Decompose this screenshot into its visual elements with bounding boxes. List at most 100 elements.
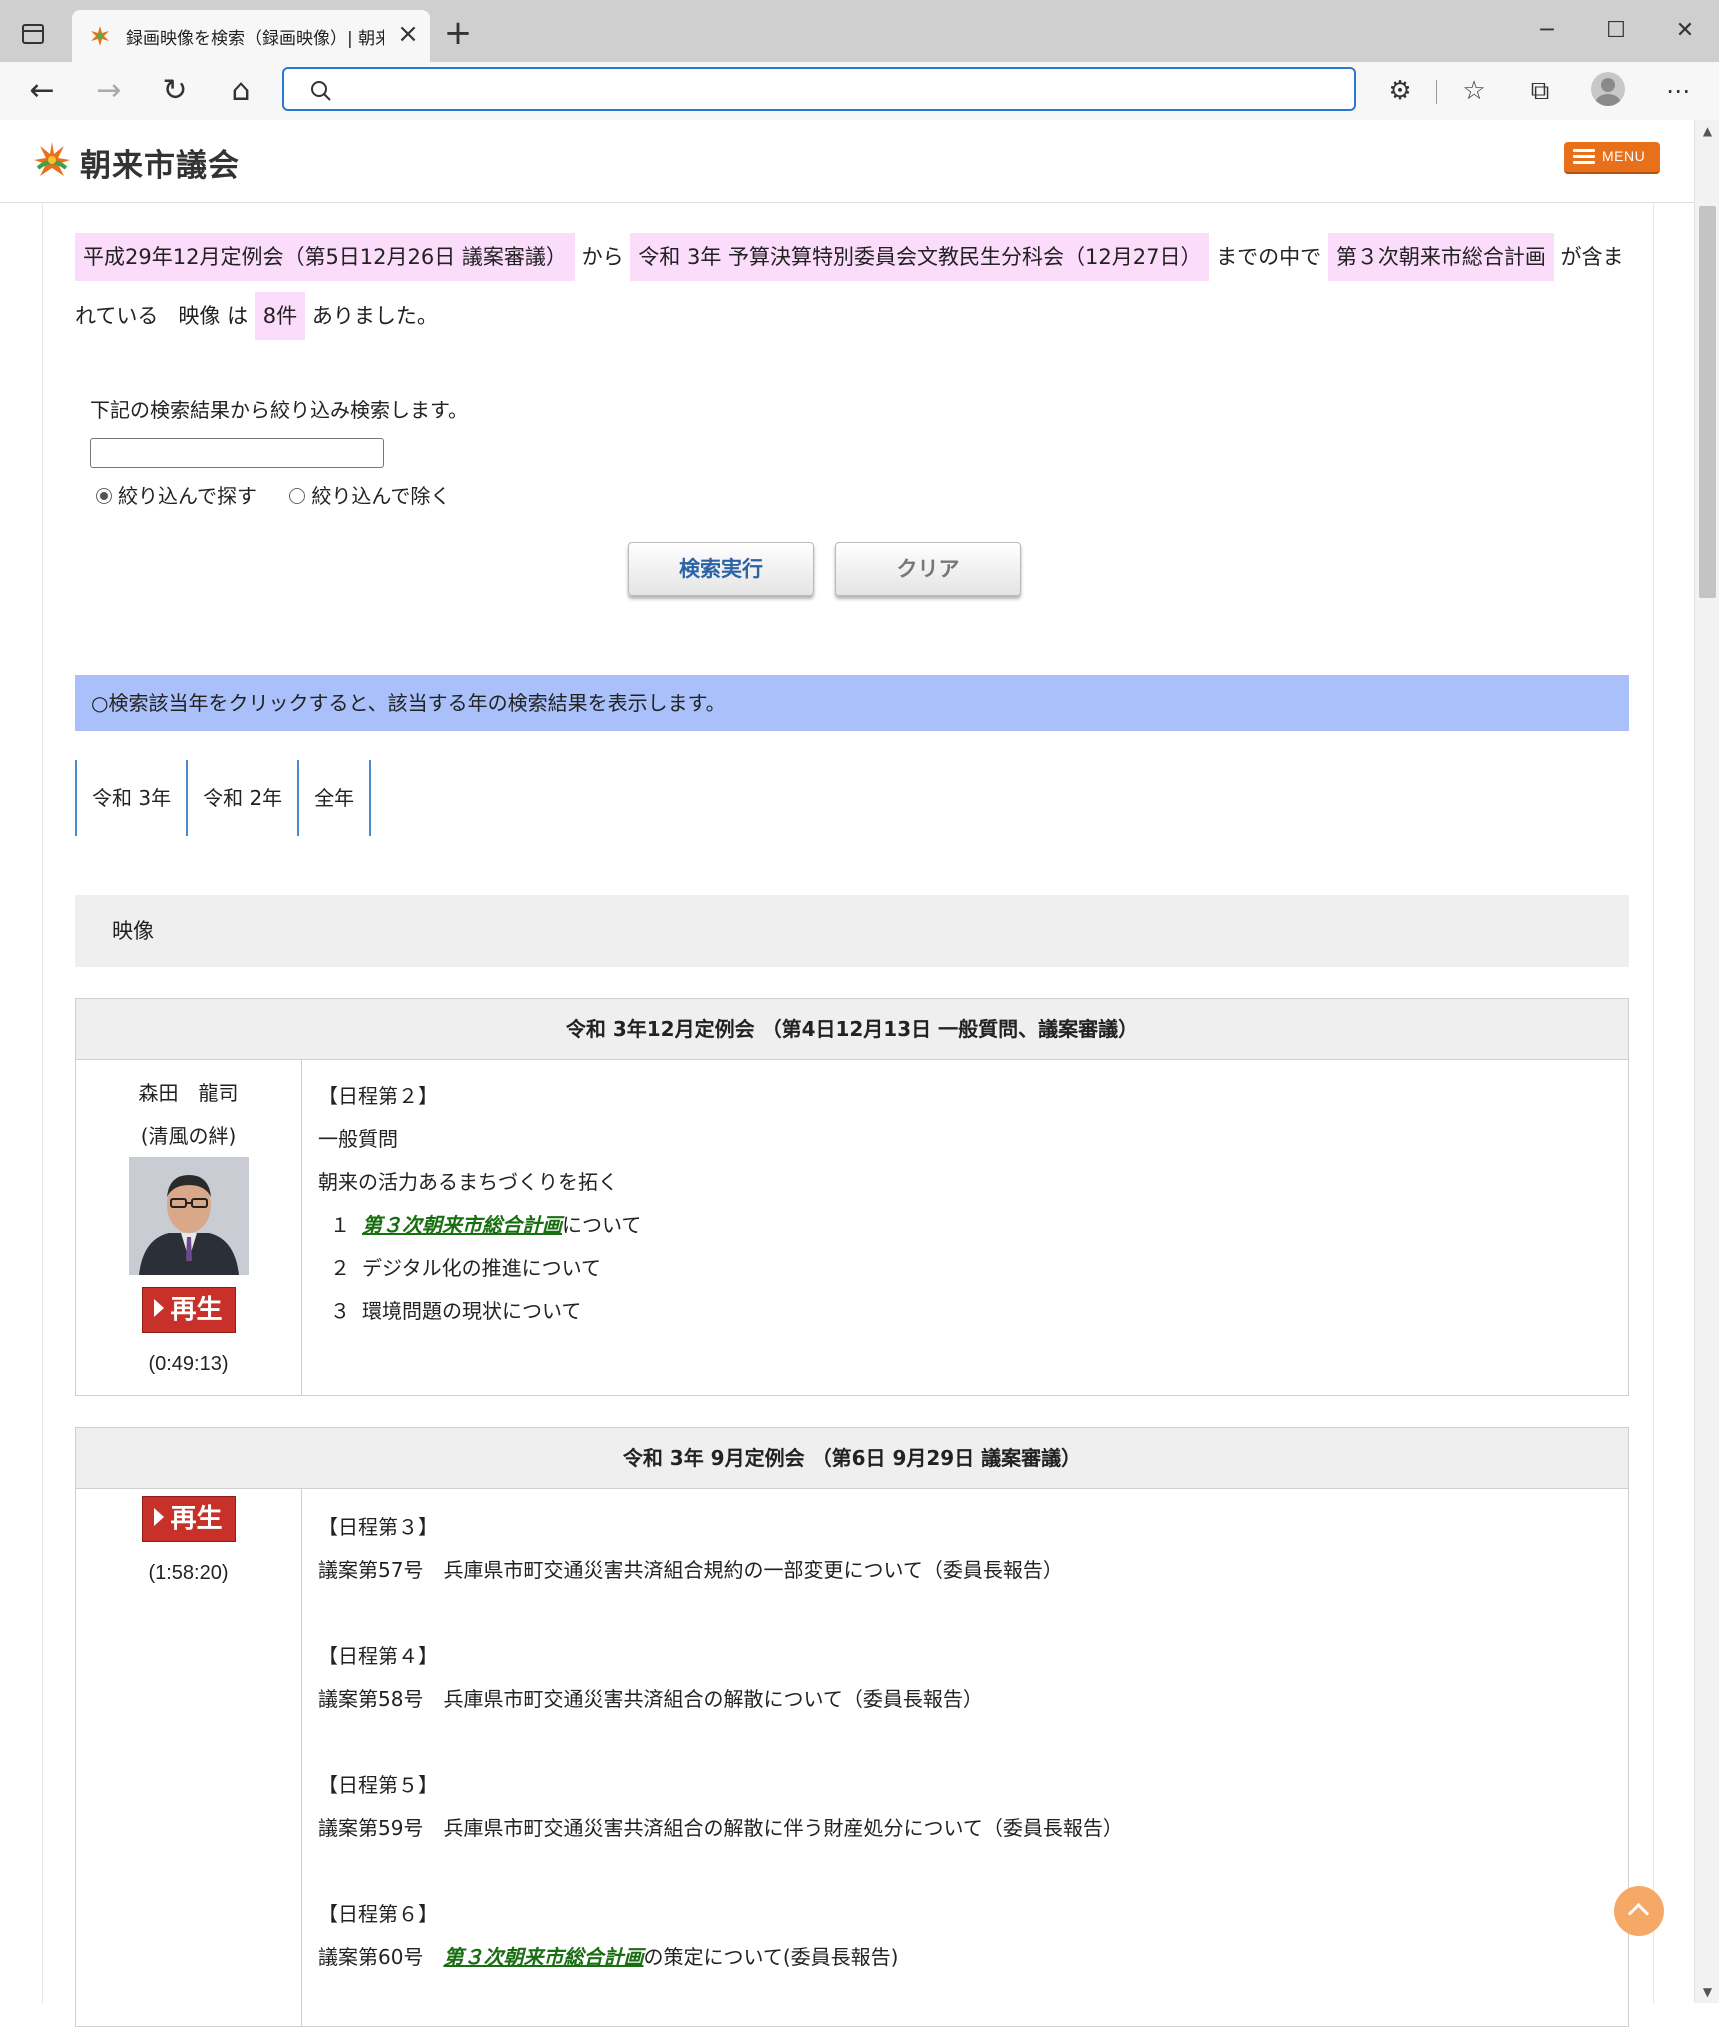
record-title: 令和 3年 9月定例会 （第6日 9月29日 議案審議）	[76, 1428, 1628, 1489]
tab-close-icon[interactable]: ×	[394, 20, 422, 48]
menu-button[interactable]: MENU	[1564, 142, 1660, 174]
radio-exclude-icon[interactable]	[289, 488, 306, 504]
summary-to: 令和 3年 予算決算特別委員会文教民生分科会（12月27日）	[630, 233, 1210, 281]
agenda-heading: 【日程第３】	[318, 1515, 438, 1539]
radio-exclude-label[interactable]: 絞り込んで除く	[311, 484, 450, 508]
chevron-up-icon	[1627, 1902, 1650, 1925]
more-icon[interactable]: ⋯	[1658, 72, 1698, 112]
speaker-photo	[128, 1157, 249, 1275]
site-header: 朝来市議会 MENU	[0, 120, 1694, 203]
scroll-thumb[interactable]	[1699, 206, 1716, 598]
speaker-name: 森田 龍司	[138, 1081, 239, 1105]
summary-type: 映像	[178, 304, 221, 328]
radio-include[interactable]: 絞り込んで探す	[96, 480, 257, 509]
agenda-text: 朝来の活力あるまちづくりを拓く	[318, 1170, 618, 1194]
record-agenda: 【日程第２】 一般質問 朝来の活力あるまちづくりを拓く １ 第３次朝来市総合計画に…	[302, 1059, 1628, 1395]
extensions-icon[interactable]: ⚙	[1380, 72, 1420, 112]
radio-include-icon[interactable]	[96, 488, 112, 504]
logo-mark-icon[interactable]	[30, 138, 74, 182]
menu-label: MENU	[1602, 148, 1646, 164]
new-tab-button[interactable]: +	[440, 16, 476, 52]
item-text: の策定について(委員長報告)	[643, 1945, 899, 1969]
refine-label: 下記の検索結果から絞り込み検索します。	[90, 398, 468, 422]
search-execute-button[interactable]: 検索実行	[628, 542, 814, 596]
search-icon	[311, 81, 331, 101]
browser-toolbar: ← → ↻ ⌂ ⚙ ☆ ⧉ ⋯	[0, 62, 1719, 121]
agenda-text: 議案第59号 兵庫県市町交通災害共済組合の解散に伴う財産処分について（委員長報告…	[318, 1816, 1123, 1840]
keyword-link[interactable]: 第３次朝来市総合計画	[443, 1945, 643, 1969]
play-button[interactable]: 再生	[141, 1287, 236, 1333]
year-tab-all[interactable]: 全年	[299, 760, 372, 836]
profile-avatar[interactable]	[1591, 72, 1625, 106]
clear-button[interactable]: クリア	[835, 542, 1021, 596]
agenda-item: ２ デジタル化の推進について	[318, 1247, 1628, 1290]
summary-is-word: は	[227, 304, 249, 328]
summary-from-word: から	[581, 245, 624, 269]
radio-exclude[interactable]: 絞り込んで除く	[289, 480, 450, 509]
browser-chrome: 録画映像を検索（録画映像）| 朝来市議会 × + ─ ☐ ✕ ← → ↻ ⌂ ⚙…	[0, 0, 1719, 121]
item-text: デジタル化の推進について	[362, 1256, 601, 1280]
tab-actions-icon[interactable]	[22, 24, 44, 44]
play-icon	[154, 1508, 165, 1526]
summary-to-word: までの中で	[1216, 245, 1322, 269]
back-icon[interactable]: ←	[22, 72, 62, 112]
address-bar[interactable]	[282, 67, 1356, 111]
keyword-link[interactable]: 第３次朝来市総合計画	[362, 1213, 562, 1237]
year-tab-reiwa2[interactable]: 令和 2年	[188, 760, 300, 836]
item-text: 議案第60号	[318, 1945, 444, 1969]
active-tab[interactable]: 録画映像を検索（録画映像）| 朝来市議会 ×	[72, 10, 430, 62]
tab-title: 録画映像を検索（録画映像）| 朝来市議会	[126, 29, 384, 49]
agenda-text: 議案第57号 兵庫県市町交通災害共済組合規約の一部変更について（委員長報告）	[318, 1558, 1063, 1582]
agenda-heading: 【日程第４】	[318, 1644, 438, 1668]
hamburger-icon	[1573, 149, 1595, 165]
site-logo-text[interactable]: 朝来市議会	[80, 140, 240, 185]
radio-include-label[interactable]: 絞り込んで探す	[118, 484, 257, 508]
record-title: 令和 3年12月定例会 （第4日12月13日 一般質問、議案審議）	[76, 999, 1628, 1060]
year-notice: ○検索該当年をクリックすると、該当する年の検索結果を表示します。	[75, 675, 1629, 731]
video-record: 令和 3年 9月定例会 （第6日 9月29日 議案審議） 再生 (1:58:20…	[75, 1427, 1629, 2027]
video-record: 令和 3年12月定例会 （第4日12月13日 一般質問、議案審議） 森田 龍司 …	[75, 998, 1629, 1396]
minimize-icon[interactable]: ─	[1527, 14, 1567, 48]
play-button[interactable]: 再生	[141, 1496, 236, 1542]
video-duration: (1:58:20)	[148, 1562, 229, 1584]
back-to-top-button[interactable]	[1614, 1886, 1664, 1936]
item-text: 環境問題の現状について	[362, 1299, 582, 1323]
favorites-icon[interactable]: ☆	[1454, 72, 1494, 112]
collections-icon[interactable]: ⧉	[1520, 72, 1560, 112]
year-tabs: 令和 3年 令和 2年 全年	[75, 760, 372, 836]
refresh-icon[interactable]: ↻	[155, 72, 195, 112]
year-tab-reiwa3[interactable]: 令和 3年	[77, 760, 189, 836]
item-number: ２	[330, 1256, 350, 1280]
agenda-heading: 【日程第６】	[318, 1902, 438, 1926]
summary-keyword: 第３次朝来市総合計画	[1327, 233, 1554, 281]
summary-count: 8件	[254, 292, 306, 340]
speaker-party: (清風の絆)	[140, 1124, 237, 1148]
video-duration: (0:49:13)	[148, 1353, 229, 1375]
scroll-up-icon[interactable]: ▲	[1695, 120, 1719, 142]
play-label: 再生	[170, 1295, 223, 1325]
agenda-item: 議案第60号 第３次朝来市総合計画の策定について(委員長報告)	[318, 1936, 1628, 1979]
window-close-icon[interactable]: ✕	[1665, 14, 1705, 48]
agenda-text: 一般質問	[318, 1127, 398, 1151]
item-text: について	[562, 1213, 642, 1237]
forward-icon[interactable]: →	[89, 72, 129, 112]
agenda-heading: 【日程第２】	[318, 1084, 438, 1108]
page-scrollbar[interactable]: ▲ ▼	[1694, 120, 1719, 2003]
search-summary: 平成29年12月定例会（第5日12月26日 議案審議） から 令和 3年 予算決…	[75, 228, 1635, 346]
address-input[interactable]	[344, 75, 1328, 105]
item-number: ３	[330, 1299, 350, 1323]
video-section-header: 映像	[75, 895, 1629, 967]
agenda-text: 議案第58号 兵庫県市町交通災害共済組合の解散について（委員長報告）	[318, 1687, 983, 1711]
record-speaker-column: 森田 龍司 (清風の絆) 再生 (0:49:13)	[76, 1059, 302, 1395]
site-favicon-icon	[91, 26, 109, 46]
refine-search-input[interactable]	[90, 438, 384, 468]
play-label: 再生	[170, 1504, 223, 1534]
maximize-icon[interactable]: ☐	[1596, 14, 1636, 48]
home-icon[interactable]: ⌂	[221, 72, 261, 112]
tab-strip: 録画映像を検索（録画映像）| 朝来市議会 × + ─ ☐ ✕	[0, 0, 1719, 62]
play-icon	[154, 1299, 165, 1317]
scroll-down-icon[interactable]: ▼	[1695, 1981, 1719, 2003]
summary-from: 平成29年12月定例会（第5日12月26日 議案審議）	[75, 233, 575, 281]
record-agenda: 【日程第３】 議案第57号 兵庫県市町交通災害共済組合規約の一部変更について（委…	[302, 1488, 1628, 2026]
agenda-item: １ 第３次朝来市総合計画について	[318, 1204, 1628, 1247]
